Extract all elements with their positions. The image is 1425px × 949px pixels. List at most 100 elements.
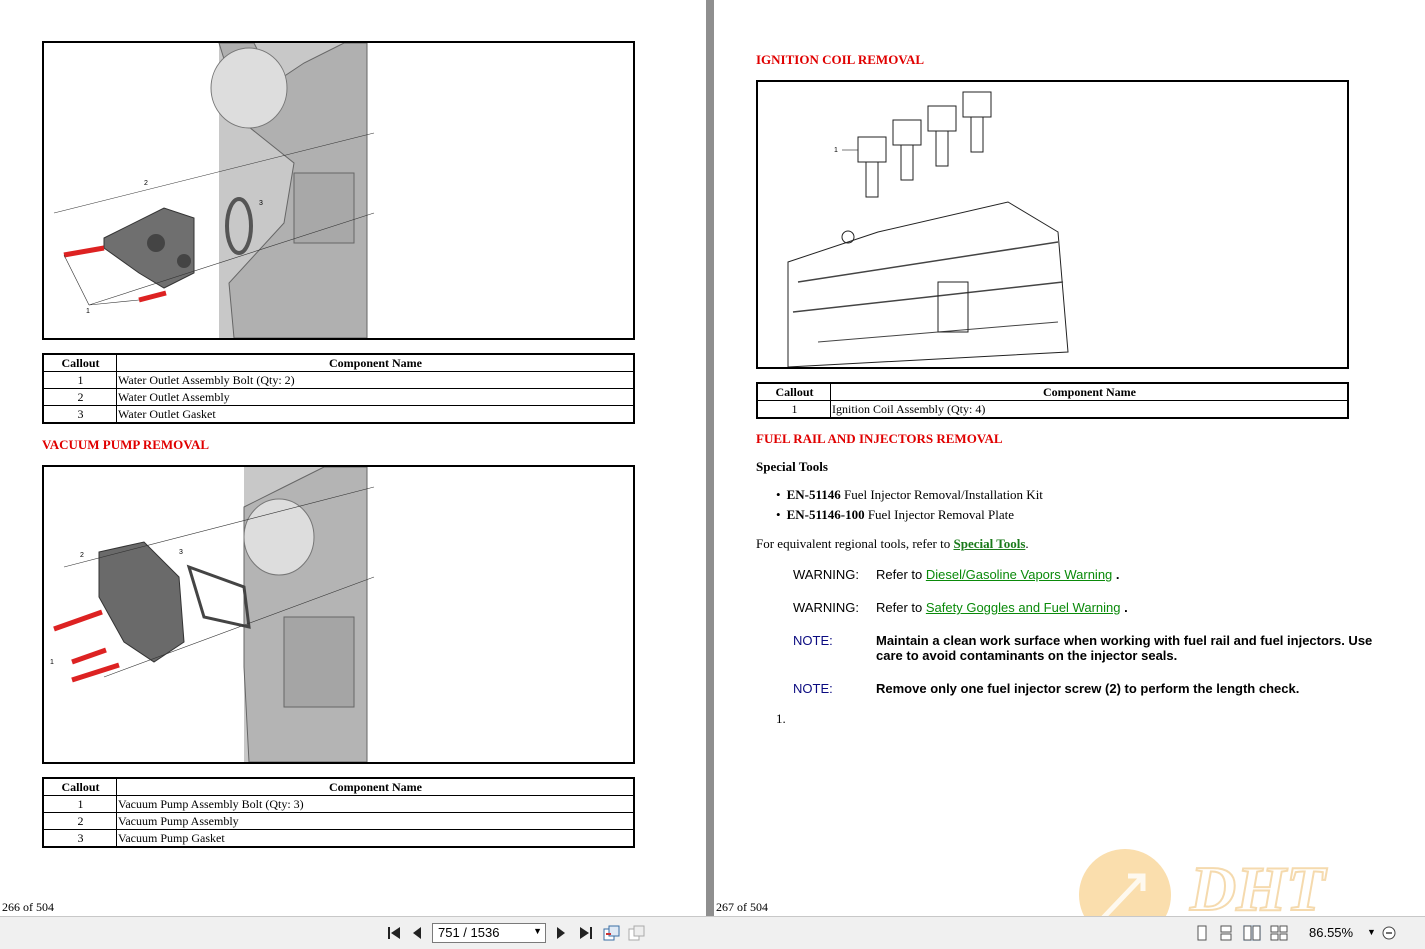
warning-suffix: . <box>1120 600 1128 615</box>
page-separator <box>706 0 714 916</box>
table-header-row: Callout Component Name <box>42 353 635 372</box>
first-page-icon <box>388 927 400 939</box>
component-cell: Vacuum Pump Assembly Bolt (Qty: 3) <box>116 795 635 813</box>
warning-suffix: . <box>1112 567 1120 582</box>
callout-2: 2 <box>80 552 84 559</box>
warning-text: Refer to Safety Goggles and Fuel Warning… <box>876 600 1128 615</box>
note-text: Remove only one fuel injector screw (2) … <box>876 681 1300 696</box>
special-tools-label: Special Tools <box>756 459 828 474</box>
special-tools-list: EN-51146 Fuel Injector Removal/Installat… <box>776 485 1043 525</box>
vacuum-pump-heading: VACUUM PUMP REMOVAL <box>42 437 210 452</box>
warning-label: WARNING: <box>793 567 859 582</box>
callout-1: 1 <box>50 659 54 666</box>
component-cell: Water Outlet Gasket <box>116 405 635 424</box>
callout-cell: 3 <box>42 829 117 848</box>
next-page-icon <box>557 927 565 939</box>
vacuum-pump-component-table: Callout Component Name 1 Vacuum Pump Ass… <box>42 777 635 848</box>
facing-pages-icon <box>1243 925 1261 941</box>
next-page-button[interactable] <box>556 925 566 941</box>
table-header-row: Callout Component Name <box>42 777 635 796</box>
water-outlet-component-table: Callout Component Name 1 Water Outlet As… <box>42 353 635 424</box>
component-name-header: Component Name <box>116 777 635 796</box>
callout-cell: 2 <box>42 812 117 830</box>
single-page-view-button[interactable] <box>1196 925 1208 941</box>
fuel-rail-heading: FUEL RAIL AND INJECTORS REMOVAL <box>756 431 1003 446</box>
table-header-row: Callout Component Name <box>756 382 1349 401</box>
tool-desc: Fuel Injector Removal/Installation Kit <box>840 487 1043 502</box>
warning-text: Refer to Diesel/Gasoline Vapors Warning … <box>876 567 1120 582</box>
zoom-out-icon <box>1382 926 1396 940</box>
note-one-screw: NOTE: Remove only one fuel injector scre… <box>793 681 1393 699</box>
component-cell: Ignition Coil Assembly (Qty: 4) <box>830 400 1349 419</box>
page-number-field[interactable]: 751 / 1536 ▼ <box>432 923 546 943</box>
component-cell: Water Outlet Assembly Bolt (Qty: 2) <box>116 371 635 389</box>
back-view-icon <box>603 925 620 941</box>
note-label: NOTE: <box>793 681 833 696</box>
step-number: 1. <box>776 711 786 726</box>
last-page-icon <box>580 927 592 939</box>
callout-header: Callout <box>42 777 117 796</box>
water-outlet-drawing: 2 3 1 <box>53 43 375 338</box>
callout-cell: 1 <box>756 400 831 419</box>
previous-page-button[interactable] <box>412 925 422 941</box>
facing-view-button[interactable] <box>1243 925 1261 941</box>
ignition-coil-drawing: 1 <box>787 91 1069 367</box>
note-clean-surface: NOTE: Maintain a clean work surface when… <box>793 633 1393 667</box>
table-row: 1 Water Outlet Assembly Bolt (Qty: 2) <box>42 371 635 389</box>
list-item: EN-51146 Fuel Injector Removal/Installat… <box>776 485 1043 505</box>
list-item: EN-51146-100 Fuel Injector Removal Plate <box>776 505 1043 525</box>
viewer-toolbar: 751 / 1536 ▼ 86.55% ▼ <box>0 916 1425 949</box>
vapors-warning-link[interactable]: Diesel/Gasoline Vapors Warning <box>926 567 1112 582</box>
continuous-view-button[interactable] <box>1219 925 1233 941</box>
callout-cell: 1 <box>42 371 117 389</box>
single-page-icon <box>1197 925 1207 941</box>
chevron-down-icon[interactable]: ▼ <box>533 926 542 936</box>
component-cell: Vacuum Pump Gasket <box>116 829 635 848</box>
component-cell: Vacuum Pump Assembly <box>116 812 635 830</box>
go-forward-view-button[interactable] <box>628 925 646 941</box>
first-page-button[interactable] <box>387 925 401 941</box>
table-row: 1 Ignition Coil Assembly (Qty: 4) <box>756 400 1349 419</box>
go-back-view-button[interactable] <box>603 925 621 941</box>
previous-page-icon <box>413 927 421 939</box>
warning-goggles: WARNING: Refer to Safety Goggles and Fue… <box>793 600 1393 618</box>
warning-prefix: Refer to <box>876 567 926 582</box>
callout-cell: 3 <box>42 405 117 424</box>
ignition-coil-component-table: Callout Component Name 1 Ignition Coil A… <box>756 382 1349 419</box>
table-row: 3 Water Outlet Gasket <box>42 405 635 424</box>
ignition-coil-illustration: 1 <box>756 80 1349 369</box>
callout-1: 1 <box>834 147 838 154</box>
special-tools-link[interactable]: Special Tools <box>953 536 1025 551</box>
tool-code: EN-51146 <box>786 487 841 502</box>
continuous-page-icon <box>1220 925 1232 941</box>
callout-cell: 1 <box>42 795 117 813</box>
goggles-warning-link[interactable]: Safety Goggles and Fuel Warning <box>926 600 1121 615</box>
forward-view-icon <box>628 925 645 941</box>
zoom-out-button[interactable] <box>1381 925 1397 941</box>
callout-1: 1 <box>86 308 90 315</box>
warning-prefix: Refer to <box>876 600 926 615</box>
callout-header: Callout <box>756 382 831 401</box>
zoom-dropdown[interactable]: ▼ <box>1367 927 1377 943</box>
warning-vapors: WARNING: Refer to Diesel/Gasoline Vapors… <box>793 567 1393 585</box>
tool-desc: Fuel Injector Removal Plate <box>864 507 1015 522</box>
warning-label: WARNING: <box>793 600 859 615</box>
last-page-button[interactable] <box>579 925 593 941</box>
callout-3: 3 <box>259 200 263 207</box>
water-outlet-illustration: 2 3 1 <box>42 41 635 340</box>
callout-cell: 2 <box>42 388 117 406</box>
table-row: 3 Vacuum Pump Gasket <box>42 829 635 848</box>
component-name-header: Component Name <box>116 353 635 372</box>
regional-tools-text: For equivalent regional tools, refer to … <box>756 536 1029 552</box>
pdf-page-right: IGNITION COIL REMOVAL 1 Callout Componen… <box>714 0 1425 916</box>
note-label: NOTE: <box>793 633 833 648</box>
continuous-facing-view-button[interactable] <box>1270 925 1288 941</box>
vacuum-pump-illustration: 2 3 1 <box>42 465 635 764</box>
callout-3: 3 <box>179 549 183 556</box>
zoom-level[interactable]: 86.55% <box>1309 925 1353 940</box>
component-cell: Water Outlet Assembly <box>116 388 635 406</box>
table-row: 2 Vacuum Pump Assembly <box>42 812 635 830</box>
regional-text: For equivalent regional tools, refer to <box>756 536 954 551</box>
note-text: Maintain a clean work surface when worki… <box>876 633 1373 663</box>
component-name-header: Component Name <box>830 382 1349 401</box>
